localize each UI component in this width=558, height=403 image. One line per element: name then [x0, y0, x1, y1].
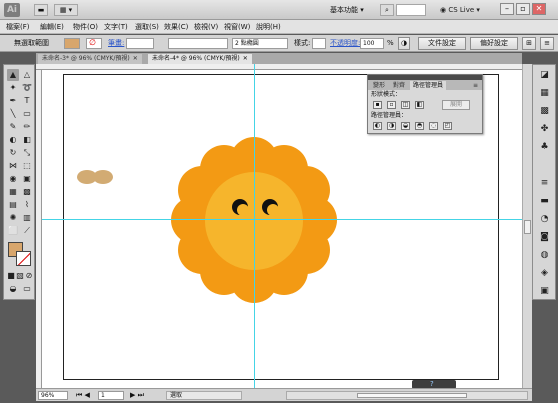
- zoom-field[interactable]: 96%: [38, 391, 68, 400]
- none-mode-icon[interactable]: ⊘: [25, 270, 33, 282]
- pathfinder-panel: 變形 對齊 路徑管理員 ≡ 形狀模式： ▪ ▫ ◫ ◧ 展開 路徑管理員： ◐ …: [367, 74, 483, 134]
- rectangle-tool-icon[interactable]: ▭: [21, 108, 33, 120]
- status-menu[interactable]: 選取: [166, 391, 242, 400]
- graphic-styles-icon[interactable]: ◍: [538, 249, 551, 261]
- magic-wand-tool-icon[interactable]: ✦: [7, 82, 19, 94]
- panel-menu-icon[interactable]: ≡: [470, 81, 481, 90]
- trim-icon[interactable]: ◑: [387, 122, 396, 130]
- transparency-panel-icon[interactable]: ◔: [538, 213, 551, 225]
- width-tool-icon[interactable]: ⋈: [7, 160, 19, 172]
- expand-button[interactable]: 展開: [442, 100, 470, 110]
- brushes-icon[interactable]: ✤: [538, 123, 551, 135]
- first-page-icon[interactable]: ⏮ ◀: [76, 391, 90, 400]
- tab-transform[interactable]: 變形: [370, 81, 388, 90]
- eyedropper-tool-icon[interactable]: ⌇: [21, 199, 33, 211]
- tab-align[interactable]: 對齊: [390, 81, 408, 90]
- pen-tool-icon[interactable]: ✒: [7, 95, 19, 107]
- perspective-grid-tool-icon[interactable]: ▦: [7, 186, 19, 198]
- lasso-tool-icon[interactable]: ➰: [21, 82, 33, 94]
- color-panel-icon[interactable]: ◪: [538, 69, 551, 81]
- rotate-tool-icon[interactable]: ↻: [7, 147, 19, 159]
- exclude-icon[interactable]: ◧: [415, 101, 424, 109]
- scale-tool-icon[interactable]: ⤡: [21, 147, 33, 159]
- panel-tabs: 變形 對齊 路徑管理員 ≡: [368, 80, 482, 90]
- graph-tool-icon[interactable]: ▥: [21, 212, 33, 224]
- pencil-tool-icon[interactable]: ✏: [21, 121, 33, 133]
- tab-pathfinder[interactable]: 路徑管理員: [410, 81, 447, 90]
- gradient-panel-icon[interactable]: ▬: [538, 195, 551, 207]
- shape-modes-label: 形狀模式：: [371, 91, 402, 98]
- color-mode-icon[interactable]: ■: [7, 270, 15, 282]
- color-guide-icon[interactable]: ▦: [538, 87, 551, 99]
- artboard-tool-icon[interactable]: ⬜: [7, 225, 19, 237]
- right-panel-dock: ◪ ▦ ▩ ✤ ♣ ≡ ▬ ◔ ◙ ◍ ◈ ▣: [532, 64, 556, 300]
- screen-mode-icon[interactable]: ▭: [21, 283, 33, 295]
- artboard-number-field[interactable]: 1: [98, 391, 124, 400]
- line-tool-icon[interactable]: ╲: [7, 108, 19, 120]
- crop-icon[interactable]: ◓: [415, 122, 424, 130]
- intersect-icon[interactable]: ◫: [401, 101, 410, 109]
- artboard-number: 1: [101, 392, 105, 399]
- direct-selection-tool-icon[interactable]: △: [21, 69, 33, 81]
- mesh-tool-icon[interactable]: ▩: [21, 186, 33, 198]
- bean-shape[interactable]: [77, 170, 113, 184]
- divide-icon[interactable]: ◐: [373, 122, 382, 130]
- vertical-guide[interactable]: [254, 64, 255, 388]
- paintbrush-tool-icon[interactable]: ✎: [7, 121, 19, 133]
- tools-panel: ▲ △ ✦ ➰ ✒ T ╲ ▭ ✎ ✏ ◐ ◧ ↻ ⤡ ⋈ ⬚ ◉ ▣ ▦ ▩ …: [3, 64, 35, 300]
- eraser-tool-icon[interactable]: ◧: [21, 134, 33, 146]
- vertical-scroll-thumb[interactable]: [524, 220, 531, 234]
- appearance-panel-icon[interactable]: ◙: [538, 231, 551, 243]
- artboards-panel-icon[interactable]: ▣: [538, 285, 551, 297]
- horizontal-scrollbar[interactable]: [286, 391, 528, 400]
- next-page-icon[interactable]: ▶ ⏭: [130, 391, 144, 400]
- unite-icon[interactable]: ▪: [373, 101, 382, 109]
- merge-icon[interactable]: ◒: [401, 122, 410, 130]
- zoom-value: 96%: [41, 392, 55, 399]
- layers-panel-icon[interactable]: ◈: [538, 267, 551, 279]
- gradient-mode-icon[interactable]: ▧: [16, 270, 24, 282]
- status-bar: 96% ⏮ ◀ 1 ▶ ⏭ 選取: [36, 388, 532, 401]
- blob-brush-tool-icon[interactable]: ◐: [7, 134, 19, 146]
- pathfinders-label: 路徑管理員：: [371, 112, 408, 119]
- symbol-sprayer-tool-icon[interactable]: ✺: [7, 212, 19, 224]
- outline-icon[interactable]: ◌: [429, 122, 438, 130]
- draw-mode-icon[interactable]: ◒: [7, 283, 19, 295]
- swatches-icon[interactable]: ▩: [538, 105, 551, 117]
- live-paint-tool-icon[interactable]: ▣: [21, 173, 33, 185]
- status-label: 選取: [170, 392, 183, 399]
- selection-tool-icon[interactable]: ▲: [7, 69, 19, 81]
- slice-tool-icon[interactable]: ⟋: [21, 225, 33, 237]
- stroke-panel-icon[interactable]: ≡: [538, 177, 551, 189]
- stroke-swatch[interactable]: [16, 251, 31, 266]
- horizontal-scroll-thumb[interactable]: [357, 393, 467, 398]
- minus-back-icon[interactable]: ◰: [443, 122, 452, 130]
- horizontal-guide[interactable]: [42, 219, 522, 220]
- minus-front-icon[interactable]: ▫: [387, 101, 396, 109]
- shape-builder-tool-icon[interactable]: ◉: [7, 173, 19, 185]
- vertical-scrollbar[interactable]: [522, 64, 532, 388]
- type-tool-icon[interactable]: T: [21, 95, 33, 107]
- symbols-icon[interactable]: ♣: [538, 141, 551, 153]
- free-transform-tool-icon[interactable]: ⬚: [21, 160, 33, 172]
- gradient-tool-icon[interactable]: ▤: [7, 199, 19, 211]
- artwork-layer: [77, 137, 337, 303]
